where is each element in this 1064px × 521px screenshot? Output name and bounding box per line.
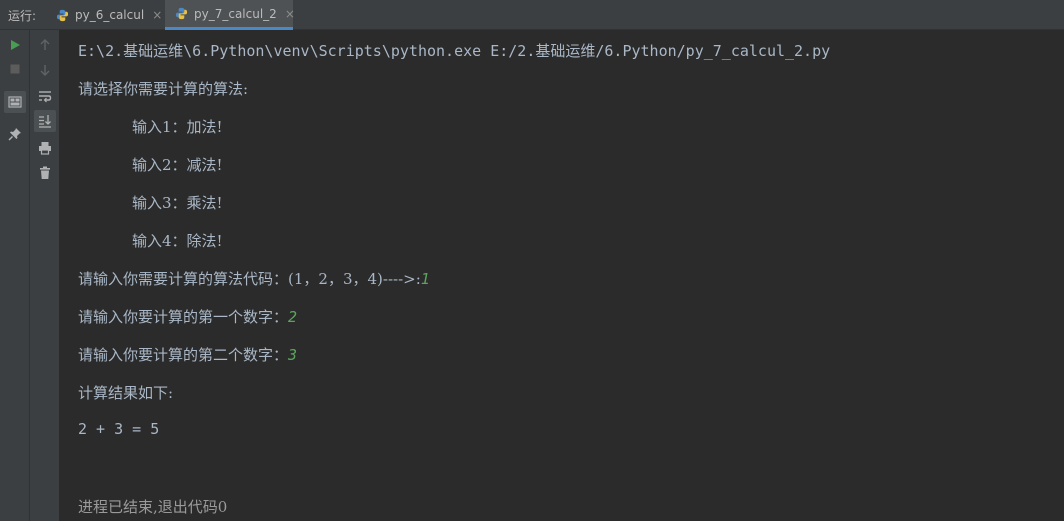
- pin-icon: [8, 128, 21, 141]
- soft-wrap-icon: [39, 91, 52, 103]
- previous-occurrence-button[interactable]: [34, 34, 56, 56]
- tab-label: py_6_calcul: [75, 8, 145, 22]
- next-occurrence-button[interactable]: [34, 59, 56, 81]
- run-tab-bar: 运行: py_6_calcul × py_7_calcul_2 ×: [0, 0, 1064, 30]
- run-icon: [11, 40, 20, 50]
- python-icon: [175, 7, 188, 20]
- scroll-to-end-icon: [39, 115, 51, 128]
- option-multiply: 输入3：乘法!: [132, 194, 223, 212]
- scroll-down-icon: [40, 65, 50, 76]
- user-input-code: 1: [420, 270, 430, 288]
- tab-py-7-calcul-2[interactable]: py_7_calcul_2 ×: [165, 0, 295, 30]
- prompt-code: 请输入你需要计算的算法代码：(1，2，3，4)---->:: [78, 270, 421, 288]
- run-window: 运行: py_6_calcul × py_7_calcul_2 × E:\2.基…: [0, 0, 1064, 521]
- run-toolbar-primary: [0, 30, 30, 521]
- run-label: 运行:: [8, 9, 37, 23]
- result-header: 计算结果如下:: [78, 384, 174, 402]
- option-subtract: 输入2：减法!: [132, 156, 223, 174]
- prompt-code-line: 请输入你需要计算的算法代码：(1，2，3，4)---->:1: [78, 268, 430, 289]
- stop-icon: [10, 64, 20, 74]
- soft-wrap-button[interactable]: [34, 85, 56, 107]
- tab-py-6-calcul[interactable]: py_6_calcul ×: [46, 0, 162, 30]
- option-divide: 输入4：除法!: [132, 232, 223, 250]
- prompt-second-number: 请输入你要计算的第二个数字：: [78, 346, 289, 364]
- rerun-button[interactable]: [4, 34, 26, 56]
- console-output[interactable]: E:\2.基础运维\6.Python\venv\Scripts\python.e…: [60, 30, 1064, 521]
- scroll-to-end-button[interactable]: [34, 110, 56, 132]
- restore-layout-button[interactable]: [4, 91, 26, 113]
- prompt-second-line: 请输入你要计算的第二个数字：3: [78, 344, 297, 365]
- prompt-first-line: 请输入你要计算的第一个数字：2: [78, 306, 297, 327]
- user-input-first: 2: [288, 308, 298, 326]
- tab-label: py_7_calcul_2: [194, 6, 277, 21]
- result-line: 2 + 3 = 5: [78, 420, 160, 438]
- print-button[interactable]: [34, 137, 56, 159]
- stop-button[interactable]: [4, 58, 26, 80]
- scroll-up-icon: [40, 39, 50, 50]
- close-icon[interactable]: ×: [285, 7, 295, 21]
- close-icon[interactable]: ×: [152, 8, 162, 22]
- prompt-first-number: 请输入你要计算的第一个数字：: [78, 308, 289, 326]
- user-input-second: 3: [288, 346, 298, 364]
- command-line: E:\2.基础运维\6.Python\venv\Scripts\python.e…: [78, 42, 831, 60]
- layout-icon: [8, 96, 22, 108]
- option-add: 输入1：加法!: [132, 118, 223, 136]
- process-exit-message: 进程已结束,退出代码0: [78, 498, 228, 516]
- python-icon: [56, 9, 69, 21]
- prompt-choose-algorithm: 请选择你需要计算的算法:: [78, 80, 249, 98]
- clear-all-button[interactable]: [34, 162, 56, 184]
- run-toolbar-secondary: [30, 30, 60, 521]
- trash-icon: [40, 166, 50, 179]
- print-icon: [39, 142, 51, 155]
- pin-tab-button[interactable]: [4, 123, 26, 145]
